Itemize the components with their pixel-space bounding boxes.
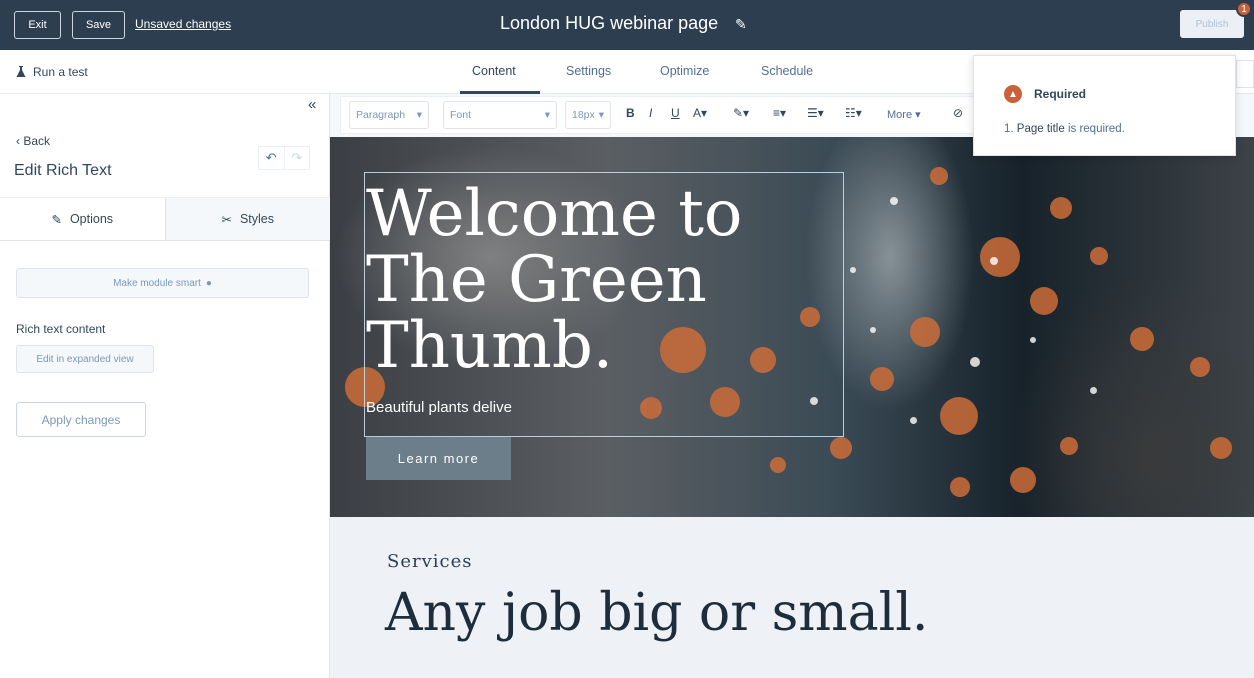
popover-message: 1. Page title is required. [1004, 123, 1125, 135]
link-icon[interactable]: ⊘ [953, 106, 963, 120]
font-select[interactable]: Font ▾ [443, 101, 557, 129]
tab-options[interactable]: ✎ Options [0, 198, 165, 240]
hero-subtitle[interactable]: Beautiful plants delive [366, 399, 512, 416]
services-label: Services [387, 551, 473, 572]
page-title[interactable]: London HUG webinar page [500, 13, 718, 34]
tab-styles-label: Styles [239, 212, 275, 226]
save-button[interactable]: Save [72, 11, 125, 39]
rich-text-content-label: Rich text content [16, 322, 106, 336]
services-heading: Any job big or small. [385, 583, 929, 643]
paragraph-select[interactable]: Paragraph ▾ [349, 101, 429, 129]
learn-more-button[interactable]: Learn more [366, 437, 511, 480]
unsaved-changes-link[interactable]: Unsaved changes [135, 17, 231, 31]
publish-warning-badge: 1 [1236, 1, 1252, 17]
back-button[interactable]: ‹ Back [16, 134, 50, 148]
pencil-icon: ✎ [51, 212, 62, 227]
apply-changes-button[interactable]: Apply changes [16, 402, 146, 437]
top-bar: Exit Save Unsaved changes London HUG web… [0, 0, 1254, 50]
caret-down-icon: ▾ [598, 109, 604, 121]
active-tab-indicator [460, 91, 540, 94]
make-module-smart-button[interactable]: Make module smart ● [16, 268, 309, 298]
numbered-list-icon[interactable]: ☷▾ [845, 106, 862, 120]
caret-down-icon: ▾ [544, 109, 550, 121]
back-label: Back [23, 134, 51, 148]
publish-button[interactable]: Publish [1180, 10, 1244, 38]
popover-title: Required [1034, 87, 1087, 101]
edit-title-pencil-icon[interactable]: ✎ [735, 16, 747, 33]
brush-icon: ✂ [221, 212, 232, 227]
highlight-icon[interactable]: ✎▾ [733, 106, 749, 120]
bold-icon[interactable]: B [626, 106, 635, 120]
undo-icon[interactable]: ↶ [259, 147, 284, 169]
edit-expanded-view-button[interactable]: Edit in expanded view [16, 345, 154, 373]
hero-section[interactable]: Welcome to The Green Thumb. Beautiful pl… [330, 137, 1254, 517]
services-section[interactable]: Services Any job big or small. [330, 517, 1254, 678]
undo-redo-group: ↶ ↷ [258, 146, 310, 170]
help-icon: ● [205, 277, 212, 289]
font-size-value: 18px [572, 109, 595, 121]
warning-icon: ▲ [1004, 85, 1022, 103]
collapse-sidebar-icon[interactable]: « [308, 96, 316, 113]
hero-title[interactable]: Welcome to The Green Thumb. [366, 181, 846, 379]
more-label: More [887, 109, 913, 121]
required-popover: ▲ Required 1. Page title is required. [973, 55, 1236, 156]
hero-title-line: Thumb. [366, 309, 614, 383]
run-a-test-button[interactable]: Run a test [16, 65, 88, 79]
flask-icon [16, 66, 26, 77]
underline-icon[interactable]: U [671, 106, 680, 120]
popover-message-field[interactable]: Page title [1017, 123, 1065, 135]
sidebar: « ‹ Back Edit Rich Text ↶ ↷ ✎ Options ✂ … [0, 94, 330, 678]
sidebar-title: Edit Rich Text [14, 162, 112, 179]
paragraph-select-value: Paragraph [356, 109, 406, 121]
rich-text-toolbar: Paragraph ▾ Font ▾ 18px ▾ B I U A▾ ✎▾ ≡▾ ☰▾… [340, 96, 980, 134]
tab-optimize[interactable]: Optimize [660, 64, 709, 78]
tab-styles[interactable]: ✂ Styles [164, 198, 330, 240]
sidebar-tabs: ✎ Options ✂ Styles [0, 197, 330, 241]
font-select-value: Font [450, 109, 472, 121]
tab-settings[interactable]: Settings [566, 64, 611, 78]
italic-icon[interactable]: I [649, 106, 652, 120]
tab-schedule[interactable]: Schedule [761, 64, 813, 78]
more-menu-button[interactable]: More ▾ [887, 108, 921, 121]
hero-title-line: The Green [366, 243, 707, 317]
bulleted-list-icon[interactable]: ☰▾ [807, 106, 824, 120]
redo-icon[interactable]: ↷ [283, 147, 310, 169]
tab-options-label: Options [69, 212, 114, 226]
hero-title-line: Welcome to [366, 177, 743, 251]
text-color-icon[interactable]: A▾ [693, 106, 707, 120]
popover-message-suffix: is required. [1064, 123, 1125, 135]
tab-content[interactable]: Content [472, 64, 516, 78]
font-size-select[interactable]: 18px ▾ [565, 101, 611, 129]
align-icon[interactable]: ≡▾ [773, 106, 786, 120]
run-a-test-label: Run a test [33, 65, 88, 79]
make-module-smart-label: Make module smart [113, 277, 201, 289]
caret-down-icon: ▾ [416, 109, 422, 121]
preview-button-edge[interactable] [1236, 60, 1254, 88]
popover-message-prefix: 1. [1004, 123, 1017, 135]
exit-button[interactable]: Exit [14, 11, 61, 39]
